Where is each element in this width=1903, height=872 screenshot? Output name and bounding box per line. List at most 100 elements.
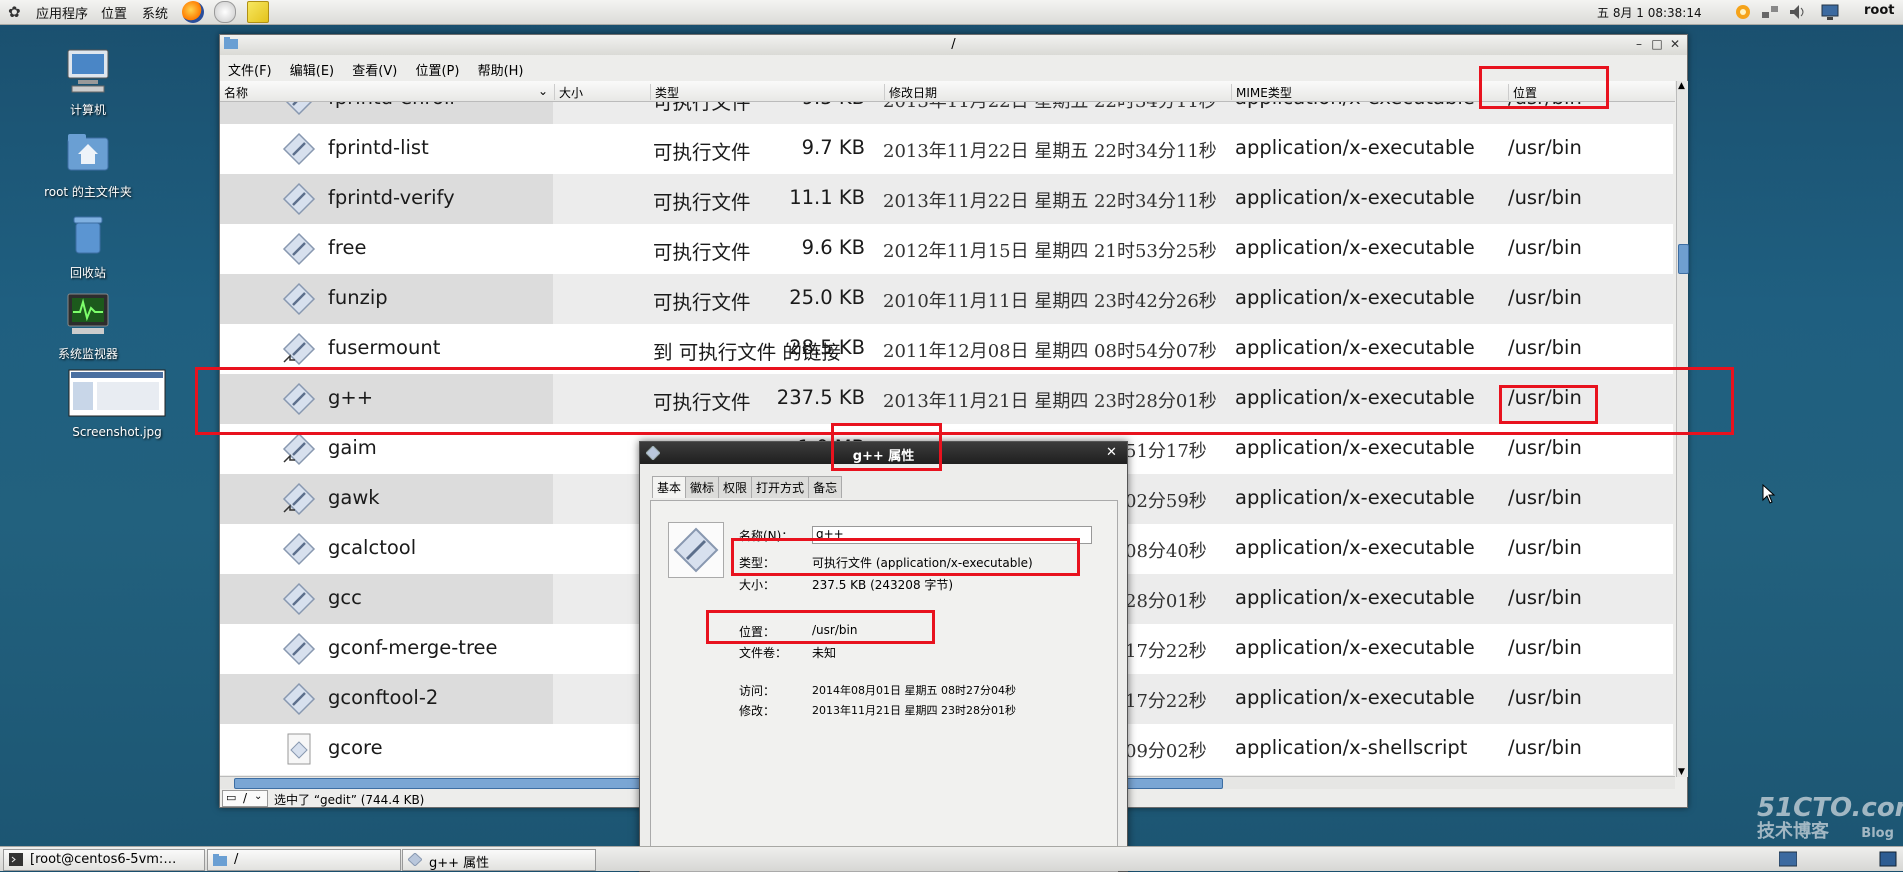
scroll-down-icon[interactable]: ▼ <box>1678 767 1685 777</box>
applications-menu[interactable]: 应用程序 <box>36 3 88 22</box>
desktop-system-monitor[interactable]: 系统监视器 <box>33 290 143 362</box>
name-cell[interactable] <box>220 474 553 524</box>
desktop-icon-label: 计算机 <box>69 103 106 117</box>
tab-emblems[interactable]: 徽标 <box>685 476 720 498</box>
file-mime-type: application/x-executable <box>1235 186 1475 209</box>
desktop-screenshot-file[interactable]: Screenshot.jpg <box>62 368 172 439</box>
table-row[interactable]: fprintd-list 9.7 KB 可执行文件 2013年11月22日 星期五 2… <box>220 124 1673 174</box>
executable-icon <box>282 232 316 266</box>
name-cell[interactable] <box>220 224 553 274</box>
name-cell[interactable] <box>220 724 553 774</box>
file-location: /usr/bin <box>1508 486 1582 509</box>
desktop-icon-label: 回收站 <box>69 266 106 280</box>
file-modified-date: 08分40秒 <box>1125 541 1207 562</box>
close-button[interactable]: ✕ <box>1667 36 1683 52</box>
path-combo[interactable]: ▭ / ⌄ <box>222 790 268 807</box>
file-mime-type: application/x-executable <box>1235 236 1475 259</box>
table-row[interactable]: fprintd-verify 11.1 KB 可执行文件 2013年11月22日 星期… <box>220 174 1673 224</box>
minimize-button[interactable]: – <box>1631 36 1647 52</box>
file-icon-large[interactable] <box>668 522 724 578</box>
close-icon[interactable]: ✕ <box>1106 445 1117 460</box>
system-monitor-icon <box>33 290 143 341</box>
folder-icon <box>213 853 227 866</box>
scroll-up-icon[interactable]: ▲ <box>1678 81 1685 91</box>
sort-chevron-icon: ⌄ <box>537 84 548 98</box>
file-name: funzip <box>328 286 388 309</box>
table-row[interactable]: free 9.6 KB 可执行文件 2012年11月15日 星期四 21时53分25秒… <box>220 224 1673 274</box>
table-row[interactable]: funzip 25.0 KB 可执行文件 2010年11月11日 星期四 23时42分… <box>220 274 1673 324</box>
menu-help[interactable]: 帮助(H) <box>478 60 524 79</box>
update-icon[interactable] <box>1733 2 1753 22</box>
name-cell[interactable] <box>220 574 553 624</box>
mouse-pointer-icon <box>1762 483 1776 504</box>
desktop-trash[interactable]: 回收站 <box>33 209 143 281</box>
firefox-icon[interactable] <box>182 1 204 23</box>
column-date[interactable]: 修改日期 <box>884 84 1234 100</box>
display-icon[interactable] <box>1820 2 1840 22</box>
workspace-switcher-icon[interactable] <box>1778 850 1798 868</box>
executable-link-icon <box>282 432 316 466</box>
trash-icon <box>33 209 143 260</box>
system-menu[interactable]: 系统 <box>142 3 168 22</box>
file-modified-date: 2013年11月22日 星期五 22时34分11秒 <box>883 141 1217 162</box>
file-location: /usr/bin <box>1508 336 1582 359</box>
column-mime[interactable]: MIME类型 <box>1231 84 1512 100</box>
tab-open-with[interactable]: 打开方式 <box>751 476 810 498</box>
desktop-home-folder[interactable]: root 的主文件夹 <box>33 128 143 200</box>
gnome-menu-icon[interactable]: ✿ <box>8 3 26 21</box>
file-mime-type: application/x-executable <box>1235 686 1475 709</box>
notes-icon[interactable] <box>247 1 269 23</box>
task-terminal[interactable]: [root@centos6-5vm:… <box>3 849 205 871</box>
clock[interactable]: 五 8月 1 08:38:14 <box>1597 4 1702 21</box>
tab-permissions[interactable]: 权限 <box>718 476 753 498</box>
volume-value: 未知 <box>812 646 837 660</box>
file-location: /usr/bin <box>1508 136 1582 159</box>
file-location: /usr/bin <box>1508 586 1582 609</box>
file-modified-date: 17分22秒 <box>1125 691 1207 712</box>
task-file-manager[interactable]: / <box>207 849 401 871</box>
terminal-icon <box>9 853 23 866</box>
file-name: fprintd-enroll <box>328 102 455 109</box>
file-mime-type: application/x-executable <box>1235 486 1475 509</box>
file-type: 可执行文件 <box>653 191 751 214</box>
file-name: gconftool-2 <box>328 686 439 709</box>
file-modified-date: 02分59秒 <box>1125 491 1207 512</box>
network-icon[interactable] <box>1760 2 1780 22</box>
file-modified-date: 2013年11月22日 星期五 22时34分11秒 <box>883 191 1217 212</box>
file-mime-type: application/x-executable <box>1235 586 1475 609</box>
file-location: /usr/bin <box>1508 536 1582 559</box>
user-name[interactable]: root <box>1864 3 1895 18</box>
tab-basic[interactable]: 基本 <box>652 476 687 498</box>
mail-icon[interactable] <box>214 1 236 23</box>
file-location: /usr/bin <box>1508 736 1582 759</box>
desktop-computer[interactable]: 计算机 <box>33 46 143 118</box>
menu-edit[interactable]: 编辑(E) <box>290 60 334 79</box>
file-modified-date: 2011年12月08日 星期四 08时54分07秒 <box>883 341 1217 362</box>
menu-places[interactable]: 位置(P) <box>415 60 459 79</box>
column-type[interactable]: 类型 <box>650 84 887 100</box>
file-mime-type: application/x-executable <box>1235 436 1475 459</box>
file-modified-date: 2010年11月11日 星期四 23时42分26秒 <box>883 291 1217 312</box>
file-location: /usr/bin <box>1508 186 1582 209</box>
window-titlebar[interactable]: / – □ ✕ <box>220 35 1687 55</box>
vertical-scroll-thumb[interactable] <box>1678 244 1689 274</box>
volume-label: 文件卷： <box>739 646 788 660</box>
file-type: 可执行文件 <box>653 141 751 164</box>
show-desktop-icon[interactable] <box>1879 850 1897 868</box>
file-name: fusermount <box>328 336 441 359</box>
maximize-button[interactable]: □ <box>1649 36 1665 52</box>
tab-notes[interactable]: 备忘 <box>808 476 843 498</box>
volume-icon[interactable] <box>1787 2 1807 22</box>
menu-view[interactable]: 查看(V) <box>352 60 397 79</box>
column-name[interactable]: 名称 ⌄ <box>220 84 554 100</box>
places-menu[interactable]: 位置 <box>101 3 127 22</box>
file-mime-type: application/x-executable <box>1235 286 1475 309</box>
table-row[interactable]: fprintd-enroll9.5 KB可执行文件2013年11月22日 星期五… <box>220 102 1673 124</box>
executable-icon <box>282 282 316 316</box>
column-size[interactable]: 大小 <box>554 84 652 100</box>
file-mime-type: application/x-executable <box>1235 136 1475 159</box>
task-properties-dialog[interactable]: g++ 属性 <box>402 849 596 871</box>
menu-file[interactable]: 文件(F) <box>228 60 272 79</box>
file-mime-type: application/x-executable <box>1235 336 1475 359</box>
desktop-icon-label: root 的主文件夹 <box>44 185 132 199</box>
